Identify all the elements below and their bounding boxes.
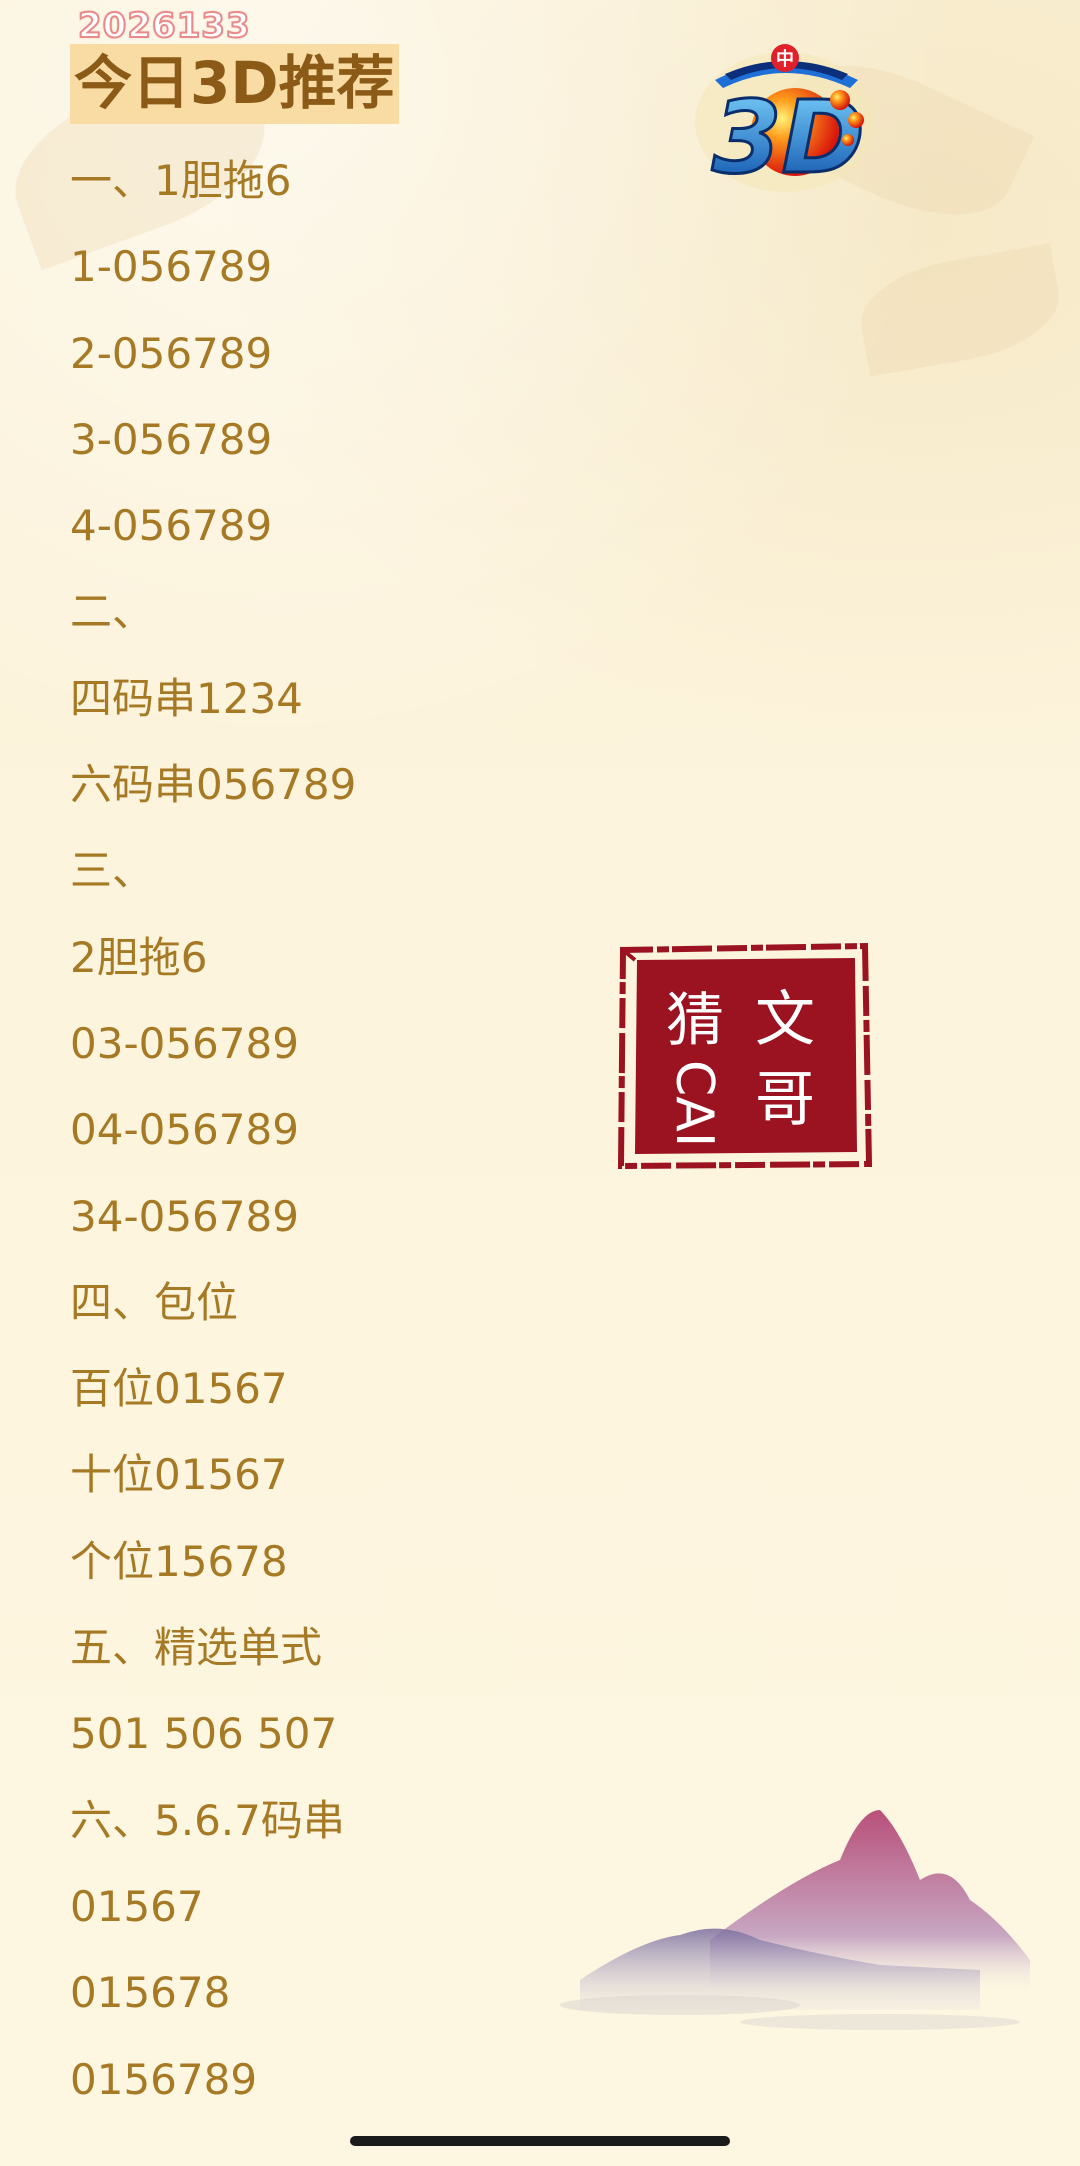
lottery-3d-logo: 中 3D	[695, 44, 875, 198]
seal-char-wen: 文	[755, 985, 815, 1055]
seal-stamp: 文 哥 猜 CAI	[617, 942, 873, 1170]
list-item: 3-056789	[70, 414, 273, 464]
page-title: 今日3D推荐	[70, 44, 399, 124]
list-item: 03-056789	[70, 1018, 299, 1068]
mountain-decoration	[560, 1810, 1030, 2030]
svg-text:中: 中	[776, 48, 794, 70]
list-item: 十位01567	[70, 1450, 288, 1500]
seal-char-ge: 哥	[755, 1065, 815, 1135]
list-item: 0156789	[70, 2054, 258, 2104]
list-item: 4-056789	[70, 501, 273, 551]
list-item: 2-056789	[70, 328, 273, 378]
list-item: 三、	[70, 846, 155, 896]
home-indicator[interactable]	[350, 2136, 730, 2146]
list-item: 六码串056789	[70, 760, 357, 810]
list-item: 04-056789	[70, 1105, 299, 1155]
seal-char-cai: 猜	[666, 986, 724, 1054]
list-item: 1-056789	[70, 242, 273, 292]
list-item: 34-056789	[70, 1191, 299, 1241]
list-item: 01567	[70, 1881, 204, 1931]
list-item: 个位15678	[70, 1536, 288, 1586]
list-item: 五、精选单式	[70, 1623, 323, 1673]
issue-number-tag: 2026133	[77, 5, 251, 47]
seal-latin-cai: CAI	[664, 1060, 724, 1147]
list-item: 二、	[70, 587, 155, 637]
list-item: 501 506 507	[70, 1709, 338, 1759]
list-item: 四、包位	[70, 1277, 239, 1327]
list-item: 一、1胆拖6	[70, 156, 292, 205]
list-item: 百位01567	[70, 1364, 288, 1414]
list-item: 四码串1234	[70, 673, 303, 723]
list-item: 015678	[70, 1968, 231, 2018]
list-item: 2胆拖6	[70, 932, 208, 982]
list-item: 六、5.6.7码串	[70, 1795, 345, 1845]
recommendation-list: 一、1胆拖6 1-056789 2-056789 3-056789 4-0567…	[70, 148, 356, 2133]
